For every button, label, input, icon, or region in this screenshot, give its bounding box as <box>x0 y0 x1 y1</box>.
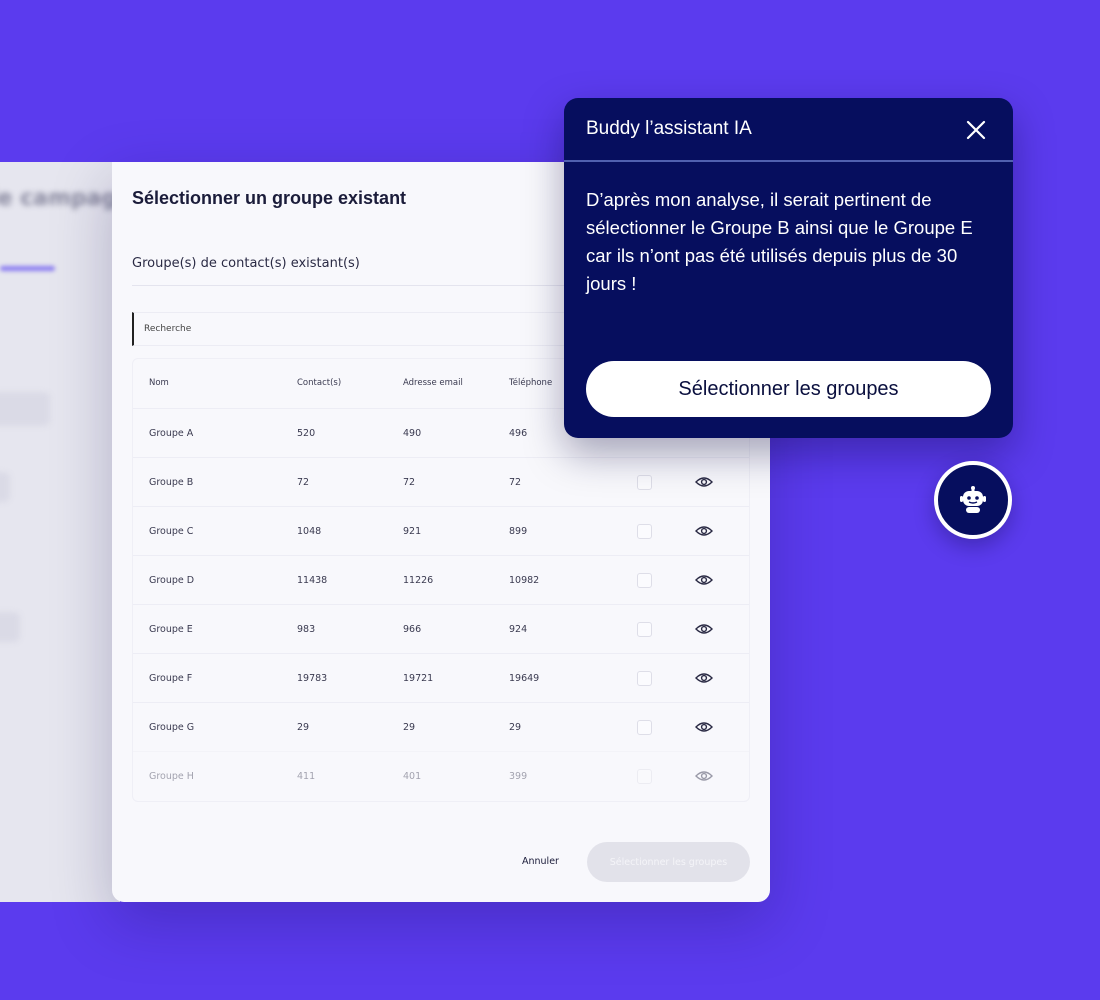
table-row[interactable]: Groupe H 411 401 399 <box>133 751 749 800</box>
eye-icon[interactable] <box>695 769 713 783</box>
group-name-cell: Groupe B <box>149 477 194 488</box>
phone-cell: 399 <box>509 771 528 782</box>
row-select-checkbox[interactable] <box>637 769 652 784</box>
assistant-message: D’après mon analyse, il serait pertinent… <box>586 189 973 294</box>
eye-icon[interactable] <box>695 475 713 489</box>
assistant-title: Buddy l’assistant IA <box>586 118 752 139</box>
background-field <box>0 612 20 642</box>
table-row[interactable]: Groupe E 983 966 924 <box>133 604 749 653</box>
contacts-cell: 520 <box>297 428 316 439</box>
assistant-divider <box>564 160 1013 162</box>
background-active-tab-indicator <box>0 266 55 271</box>
row-select-checkbox[interactable] <box>637 573 652 588</box>
ai-assistant-popup: Buddy l’assistant IA D’après mon analyse… <box>564 98 1013 438</box>
email-cell: 401 <box>403 771 422 782</box>
row-select-checkbox[interactable] <box>637 720 652 735</box>
table-row[interactable]: Groupe G 29 29 29 <box>133 702 749 751</box>
background-field <box>0 472 10 502</box>
phone-cell: 924 <box>509 624 528 635</box>
contacts-cell: 983 <box>297 624 316 635</box>
close-icon <box>966 120 986 140</box>
eye-icon[interactable] <box>695 671 713 685</box>
background-field <box>0 392 50 426</box>
group-name-cell: Groupe D <box>149 575 195 586</box>
table-row[interactable]: Groupe C 1048 921 899 <box>133 506 749 555</box>
existing-groups-label: Groupe(s) de contact(s) existant(s) <box>132 256 360 271</box>
contacts-cell: 411 <box>297 771 316 782</box>
row-select-checkbox[interactable] <box>637 622 652 637</box>
header-name[interactable]: Nom <box>149 359 169 408</box>
email-cell: 921 <box>403 526 422 537</box>
email-cell: 966 <box>403 624 422 635</box>
row-select-checkbox[interactable] <box>637 671 652 686</box>
contacts-cell: 72 <box>297 477 310 488</box>
email-cell: 29 <box>403 722 416 733</box>
contacts-cell: 11438 <box>297 575 328 586</box>
group-name-cell: Groupe E <box>149 624 193 635</box>
email-cell: 19721 <box>403 673 434 684</box>
phone-cell: 72 <box>509 477 522 488</box>
row-select-checkbox[interactable] <box>637 475 652 490</box>
phone-cell: 29 <box>509 722 522 733</box>
row-select-checkbox[interactable] <box>637 524 652 539</box>
phone-cell: 899 <box>509 526 528 537</box>
header-email[interactable]: Adresse email <box>403 359 463 408</box>
table-row[interactable]: Groupe B 72 72 72 <box>133 457 749 506</box>
contacts-cell: 1048 <box>297 526 322 537</box>
eye-icon[interactable] <box>695 524 713 538</box>
select-groups-button[interactable]: Sélectionner les groupes <box>587 842 750 882</box>
close-button[interactable] <box>964 118 988 142</box>
eye-icon[interactable] <box>695 720 713 734</box>
group-name-cell: Groupe C <box>149 526 194 537</box>
email-cell: 11226 <box>403 575 434 586</box>
group-name-cell: Groupe F <box>149 673 193 684</box>
table-row[interactable]: Groupe D 11438 11226 10982 <box>133 555 749 604</box>
email-cell: 490 <box>403 428 422 439</box>
background-page-title-blurred: le campagne <box>0 186 120 211</box>
assistant-bot-button[interactable] <box>934 461 1012 539</box>
phone-cell: 10982 <box>509 575 540 586</box>
eye-icon[interactable] <box>695 573 713 587</box>
table-row[interactable]: Groupe F 19783 19721 19649 <box>133 653 749 702</box>
modal-title: Sélectionner un groupe existant <box>132 188 407 208</box>
contacts-cell: 29 <box>297 722 310 733</box>
phone-cell: 496 <box>509 428 528 439</box>
email-cell: 72 <box>403 477 416 488</box>
background-page: le campagne <box>0 162 120 902</box>
cancel-button[interactable]: Annuler <box>522 856 559 867</box>
assistant-select-groups-button[interactable]: Sélectionner les groupes <box>586 361 991 417</box>
header-phone[interactable]: Téléphone <box>509 359 552 408</box>
robot-icon <box>960 486 986 513</box>
eye-icon[interactable] <box>695 622 713 636</box>
group-name-cell: Groupe H <box>149 771 194 782</box>
group-name-cell: Groupe G <box>149 722 195 733</box>
header-contacts[interactable]: Contact(s) <box>297 359 341 408</box>
contacts-cell: 19783 <box>297 673 328 684</box>
group-name-cell: Groupe A <box>149 428 194 439</box>
phone-cell: 19649 <box>509 673 540 684</box>
